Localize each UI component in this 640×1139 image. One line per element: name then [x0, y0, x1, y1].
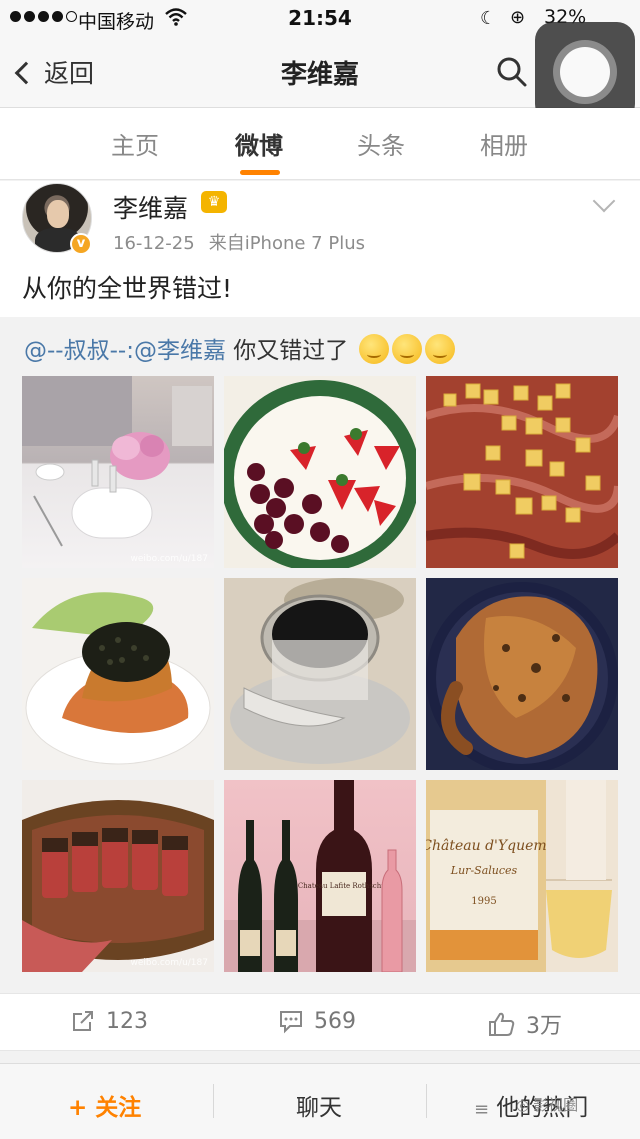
chateau-yquem-photo[interactable]: Château d'Yquem Lur-Saluces 1995 [426, 780, 618, 972]
photo-caption: weibo.com/u/187 [130, 554, 209, 564]
tab-weibo[interactable]: 微博 [204, 126, 314, 161]
chevron-down-icon[interactable] [592, 189, 616, 213]
thinking-emoji-icon [358, 334, 389, 364]
post-text: 从你的全世界错过! [22, 274, 233, 303]
wine-bottles-photo[interactable]: Chateau Lafite Rothschild [224, 780, 416, 972]
repost-count: 123 [106, 1008, 148, 1034]
tab-headlines[interactable]: 头条 [326, 126, 436, 161]
weibo-post: v 李维嘉 ♛ 16-12-25 来自iPhone 7 Plus 从你的全世界错过… [0, 181, 640, 993]
repost-icon [73, 1011, 93, 1031]
caviar-tin-photo[interactable] [224, 578, 416, 770]
photo-grid: weibo.com/u/187 weibo.com/u/187 Chateau … [22, 376, 618, 972]
toolbar-divider [426, 1084, 427, 1118]
mention-link[interactable]: @--叔叔-- [24, 338, 126, 364]
wechat-icon: ◎ [516, 1095, 530, 1114]
yquem-label-year: 1995 [471, 896, 496, 907]
follow-button[interactable]: + 关注 [68, 1088, 141, 1122]
profile-tabs: 主页 微博 头条 相册 [0, 108, 640, 180]
assistive-touch-dot [560, 47, 610, 97]
thinking-emoji-icon [424, 334, 455, 364]
thinking-emoji-icon [391, 334, 422, 364]
watermark-text: 影视圈 [533, 1096, 579, 1114]
tab-album[interactable]: 相册 [449, 126, 559, 161]
reposted-content[interactable]: @--叔叔--:@李维嘉 你又错过了 weibo.com/u/187 weibo… [0, 317, 640, 993]
assistive-touch-button[interactable] [535, 22, 635, 122]
vip-crown-icon[interactable]: ♛ [201, 191, 227, 213]
bottom-toolbar: + 关注 聊天 ≡ 他的热门 ◎ 影视圈 [0, 1063, 640, 1139]
yquem-label-title: Château d'Yquem [426, 838, 547, 854]
dining-table-flowers-photo[interactable]: weibo.com/u/187 [22, 376, 214, 568]
thumbs-up-icon [489, 1012, 515, 1036]
verified-badge-icon: v [70, 233, 92, 255]
repost-button[interactable]: 123 [70, 1008, 148, 1034]
like-count: 3万 [526, 1014, 562, 1039]
post-action-bar: 123 569 3万 [0, 993, 640, 1051]
post-source: 来自iPhone 7 Plus [208, 233, 365, 254]
watermark: ◎ 影视圈 [516, 1094, 578, 1115]
mention-link[interactable]: @李维嘉 [134, 338, 226, 364]
repost-text: @--叔叔--:@李维嘉 你又错过了 [24, 331, 455, 365]
active-tab-indicator [240, 170, 280, 175]
roast-turkey-photo[interactable] [426, 578, 618, 770]
chat-button[interactable]: 聊天 [296, 1088, 342, 1122]
rotation-lock-icon: ⊕ [510, 7, 526, 28]
comment-count: 569 [314, 1008, 356, 1034]
mention-separator: : [126, 338, 134, 364]
do-not-disturb-icon: ☾ [480, 8, 497, 29]
repost-body: 你又错过了 [225, 338, 349, 364]
wine-label-text: Chateau Lafite Rothschild [298, 882, 391, 890]
comment-icon [280, 1011, 302, 1034]
menu-icon: ≡ [474, 1099, 490, 1120]
post-meta: 16-12-25 来自iPhone 7 Plus [113, 229, 365, 255]
plus-icon: + [68, 1095, 88, 1121]
ham-cheese-photo[interactable] [426, 376, 618, 568]
search-icon[interactable] [496, 56, 528, 88]
chat-label: 聊天 [296, 1095, 342, 1121]
post-author[interactable]: 李维嘉 [113, 189, 188, 225]
caviar-dish-photo[interactable] [22, 578, 214, 770]
post-date: 16-12-25 [113, 233, 195, 254]
yquem-label-sub: Lur-Saluces [450, 864, 518, 877]
sliced-steak-photo[interactable]: weibo.com/u/187 [22, 780, 214, 972]
photo-caption: weibo.com/u/187 [130, 958, 209, 968]
tab-home[interactable]: 主页 [80, 126, 190, 161]
like-button[interactable]: 3万 [488, 1008, 562, 1040]
follow-label: 关注 [95, 1095, 142, 1121]
comment-button[interactable]: 569 [278, 1008, 356, 1034]
strawberries-cherries-photo[interactable] [224, 376, 416, 568]
toolbar-divider [213, 1084, 214, 1118]
